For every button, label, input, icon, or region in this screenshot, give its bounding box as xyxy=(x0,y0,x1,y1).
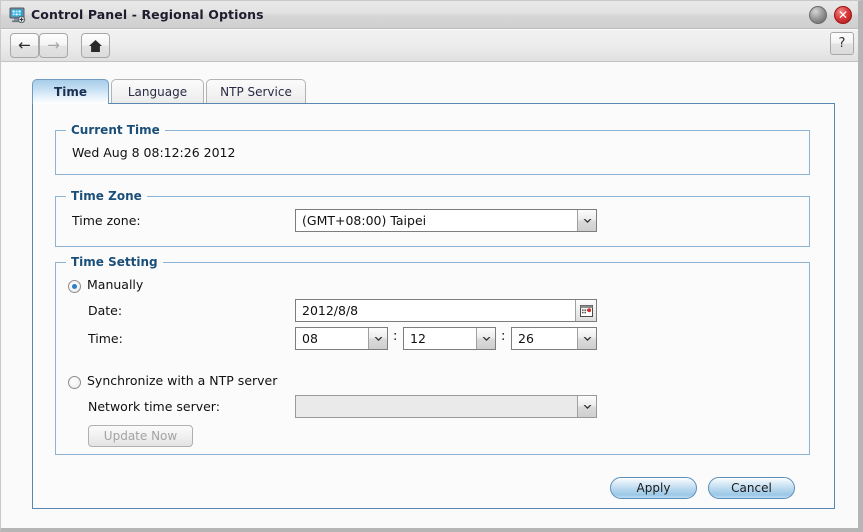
window-title: Control Panel - Regional Options xyxy=(31,7,264,22)
apply-button[interactable]: Apply xyxy=(610,477,697,499)
forward-arrow-icon: → xyxy=(47,36,60,54)
control-panel-window: Control Panel - Regional Options ✕ ← → ?… xyxy=(0,0,863,532)
time-zone-legend: Time Zone xyxy=(66,189,147,203)
time-zone-select[interactable]: (GMT+08:00) Taipei xyxy=(295,209,597,232)
time-zone-value: (GMT+08:00) Taipei xyxy=(302,213,427,228)
date-value: 2012/8/8 xyxy=(302,303,359,318)
hour-value: 08 xyxy=(302,331,318,346)
current-time-fieldset: Current Time Wed Aug 8 08:12:26 2012 xyxy=(55,123,810,175)
time-zone-fieldset: Time Zone Time zone: (GMT+08:00) Taipei xyxy=(55,189,810,247)
date-label: Date: xyxy=(88,303,123,318)
minute-value: 12 xyxy=(410,331,426,346)
chevron-down-icon xyxy=(577,396,596,417)
chevron-down-icon xyxy=(577,328,596,349)
time-label: Time: xyxy=(88,331,123,346)
navigation-toolbar: ← → xyxy=(1,30,858,62)
tab-time[interactable]: Time xyxy=(32,79,109,104)
chevron-down-icon xyxy=(577,210,596,231)
second-value: 26 xyxy=(518,331,534,346)
current-time-value: Wed Aug 8 08:12:26 2012 xyxy=(72,145,236,160)
time-zone-label: Time zone: xyxy=(72,213,141,228)
time-separator-1: : xyxy=(393,329,398,344)
control-panel-icon xyxy=(9,7,26,24)
hour-select[interactable]: 08 xyxy=(295,327,388,350)
forward-button[interactable]: → xyxy=(39,33,68,58)
back-button[interactable]: ← xyxy=(10,33,39,58)
back-arrow-icon: ← xyxy=(18,36,31,54)
chevron-down-icon xyxy=(476,328,495,349)
minute-select[interactable]: 12 xyxy=(403,327,496,350)
radio-manually-label: Manually xyxy=(87,277,144,292)
home-icon xyxy=(82,34,109,57)
title-bar: Control Panel - Regional Options ✕ xyxy=(1,1,858,29)
radio-ntp-sync-label: Synchronize with a NTP server xyxy=(87,373,278,388)
time-setting-fieldset: Time Setting Manually Date: 2012/8/8 Tim… xyxy=(55,255,810,455)
date-input[interactable]: 2012/8/8 xyxy=(295,299,597,322)
cancel-button[interactable]: Cancel xyxy=(708,477,795,499)
time-setting-legend: Time Setting xyxy=(66,255,163,269)
home-button[interactable] xyxy=(81,33,110,58)
chevron-down-icon xyxy=(368,328,387,349)
network-time-server-select[interactable] xyxy=(295,395,597,418)
second-select[interactable]: 26 xyxy=(511,327,597,350)
radio-manually[interactable] xyxy=(68,280,81,293)
network-time-server-label: Network time server: xyxy=(88,399,220,414)
update-now-button[interactable]: Update Now xyxy=(88,425,193,447)
close-button[interactable]: ✕ xyxy=(834,6,852,24)
help-button[interactable]: ? xyxy=(830,32,854,55)
close-icon: ✕ xyxy=(837,8,849,22)
time-separator-2: : xyxy=(501,329,506,344)
tab-ntp-service[interactable]: NTP Service xyxy=(206,79,306,104)
calendar-icon[interactable] xyxy=(575,300,596,321)
current-time-legend: Current Time xyxy=(66,123,165,137)
tab-language[interactable]: Language xyxy=(111,79,204,104)
minimize-button[interactable] xyxy=(809,6,827,24)
time-settings-panel: Current Time Wed Aug 8 08:12:26 2012 Tim… xyxy=(32,103,835,509)
radio-ntp-sync[interactable] xyxy=(68,376,81,389)
